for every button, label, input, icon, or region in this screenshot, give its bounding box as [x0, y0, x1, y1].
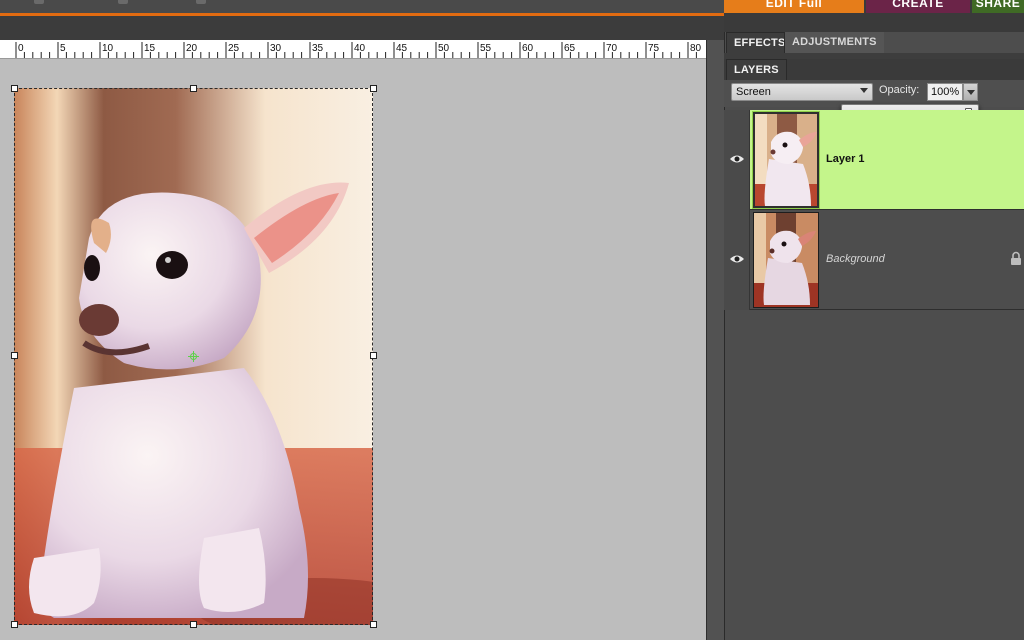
layer-thumbnail[interactable] [753, 112, 819, 208]
layer-row-layer-1[interactable]: Layer 1 [724, 110, 1024, 210]
blend-mode-select[interactable]: Screen [731, 83, 873, 101]
layer-row-background[interactable]: Background [724, 210, 1024, 310]
ruler-label: 80 [690, 43, 702, 54]
ruler-ticks: 0 5 10 15 20 25 30 35 40 45 50 55 60 65 70 75 80 [15, 42, 702, 58]
top-toolbar-strip [0, 0, 724, 13]
ruler-label: 10 [102, 43, 114, 54]
layer-thumbnail[interactable] [753, 212, 819, 308]
ruler-label: 50 [438, 43, 450, 54]
ruler-label: 15 [144, 43, 156, 54]
transform-handle-bottom[interactable] [190, 621, 197, 628]
ruler-label: 40 [354, 43, 366, 54]
tab-share[interactable]: SHARE [972, 0, 1024, 13]
transform-handle-top-left[interactable] [11, 85, 18, 92]
transform-handle-left[interactable] [11, 352, 18, 359]
ruler-label: 30 [270, 43, 282, 54]
ruler-label: 20 [186, 43, 198, 54]
transform-handle-top-right[interactable] [370, 85, 377, 92]
tab-layers[interactable]: LAYERS [726, 59, 787, 80]
ruler-label: 45 [396, 43, 408, 54]
ruler-label: 55 [480, 43, 492, 54]
toolbar-button[interactable] [34, 0, 44, 4]
eye-icon [730, 255, 744, 263]
opacity-label: Opacity: [879, 84, 920, 96]
options-band [0, 16, 724, 40]
transform-handle-right[interactable] [370, 352, 377, 359]
horizontal-ruler: 0 5 10 15 20 25 30 35 40 45 50 55 60 65 70 75 80 [0, 40, 706, 59]
transform-handle-bottom-right[interactable] [370, 621, 377, 628]
chevron-down-icon [967, 90, 975, 95]
eye-icon [730, 155, 744, 163]
transform-handle-top[interactable] [190, 85, 197, 92]
visibility-toggle[interactable] [724, 110, 750, 210]
opacity-dropdown-button[interactable] [963, 83, 978, 101]
blend-mode-value: Screen [736, 86, 771, 98]
panel-gap [724, 13, 1024, 32]
vertical-scrollbar[interactable] [706, 40, 724, 640]
tab-create[interactable]: CREATE [866, 0, 970, 13]
chevron-down-icon [860, 88, 868, 93]
ruler-label: 25 [228, 43, 240, 54]
toolbar-button[interactable] [118, 0, 128, 4]
layer-name[interactable]: Layer 1 [826, 153, 865, 165]
transform-handle-bottom-left[interactable] [11, 621, 18, 628]
opacity-input[interactable]: 100% [927, 83, 963, 101]
visibility-toggle[interactable] [724, 210, 750, 310]
ruler-label: 35 [312, 43, 324, 54]
toolbar-button[interactable] [196, 0, 206, 4]
layer-name[interactable]: Background [826, 253, 885, 265]
ruler-label: 70 [606, 43, 618, 54]
ruler-label: 5 [60, 43, 66, 54]
transform-pivot-icon[interactable] [188, 351, 199, 362]
tab-edit-full[interactable]: EDIT Full [724, 0, 864, 13]
lock-icon [1011, 251, 1021, 265]
ruler-label: 65 [564, 43, 576, 54]
ruler-label: 60 [522, 43, 534, 54]
ruler-label: 75 [648, 43, 660, 54]
tab-adjustments[interactable]: ADJUSTMENTS [784, 32, 884, 53]
ruler-label: 0 [18, 43, 24, 54]
